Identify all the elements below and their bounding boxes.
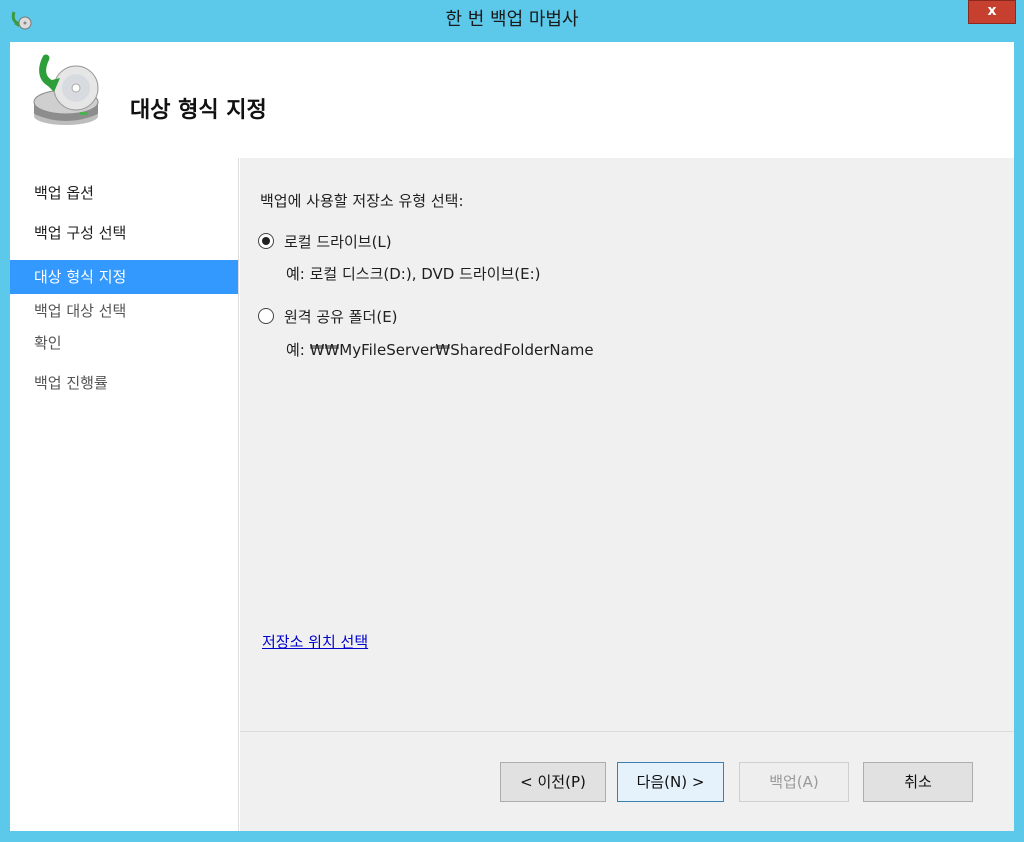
previous-button[interactable]: < 이전(P) (500, 762, 606, 802)
backup-button: 백업(A) (739, 762, 849, 802)
content-pane: 백업에 사용할 저장소 유형 선택: 로컬 드라이브(L) 예: 로컬 디스크(… (240, 158, 1014, 731)
wizard-footer: < 이전(P) 다음(N) > 백업(A) 취소 (240, 731, 1014, 831)
step-backup-config[interactable]: 백업 구성 선택 (10, 216, 238, 250)
page-title: 대상 형식 지정 (130, 98, 267, 123)
window-title: 한 번 백업 마법사 (445, 9, 579, 30)
close-button[interactable]: x (968, 0, 1016, 24)
wizard-body: 백업 옵션 백업 구성 선택 대상 형식 지정 백업 대상 선택 확인 백업 진… (10, 158, 1014, 831)
step-backup-destination: 백업 대상 선택 (34, 302, 127, 320)
remote-share-label[interactable]: 원격 공유 폴더(E) (284, 308, 398, 326)
drive-backup-arrow-icon (33, 54, 99, 125)
next-button[interactable]: 다음(N) > (617, 762, 724, 802)
remote-share-example: 예: ₩₩MyFileServer₩SharedFolderName (286, 341, 594, 359)
local-drive-example: 예: 로컬 디스크(D:), DVD 드라이브(E:) (286, 265, 541, 283)
local-drive-label[interactable]: 로컬 드라이브(L) (284, 233, 392, 251)
title-bar[interactable]: 한 번 백업 마법사 x (0, 0, 1024, 42)
step-destination-type[interactable]: 대상 형식 지정 (10, 260, 238, 294)
step-backup-progress: 백업 진행률 (34, 374, 108, 392)
local-drive-option[interactable]: 로컬 드라이브(L) (258, 231, 392, 252)
step-confirmation: 확인 (34, 334, 62, 352)
window-bottom-border (10, 831, 1014, 842)
wizard-window: 한 번 백업 마법사 x 대상 형식 지정 백업 옵션 백업 구성 선택 대상 … (0, 0, 1024, 842)
remote-share-radio[interactable] (258, 308, 274, 324)
wizard-header: 대상 형식 지정 (10, 42, 1014, 158)
storage-type-prompt: 백업에 사용할 저장소 유형 선택: (260, 192, 464, 210)
wizard-steps-sidebar: 백업 옵션 백업 구성 선택 대상 형식 지정 백업 대상 선택 확인 백업 진… (10, 158, 239, 831)
local-drive-radio[interactable] (258, 233, 274, 249)
choose-storage-location-link[interactable]: 저장소 위치 선택 (262, 631, 368, 652)
cancel-button[interactable]: 취소 (863, 762, 973, 802)
remote-share-option[interactable]: 원격 공유 폴더(E) (258, 306, 398, 327)
step-backup-options[interactable]: 백업 옵션 (10, 176, 238, 210)
